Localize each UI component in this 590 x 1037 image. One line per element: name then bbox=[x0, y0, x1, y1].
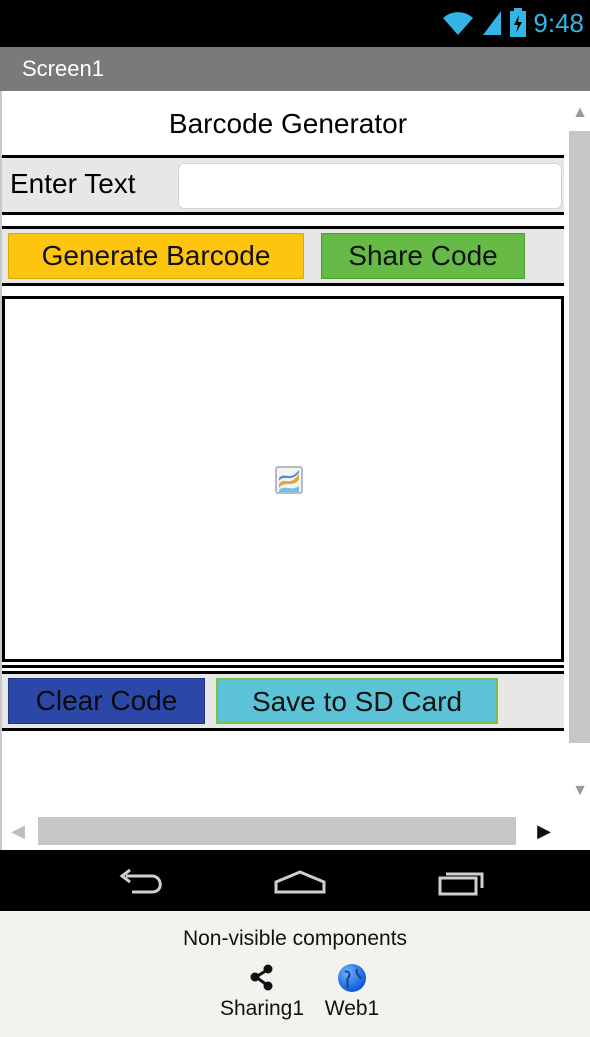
web-component-label: Web1 bbox=[324, 997, 380, 1020]
scroll-right-arrow-icon[interactable]: ▶ bbox=[534, 820, 554, 842]
home-icon[interactable] bbox=[270, 866, 330, 898]
battery-icon bbox=[510, 8, 527, 37]
broken-image-icon bbox=[275, 466, 303, 494]
save-to-sd-card-button[interactable]: Save to SD Card bbox=[216, 678, 498, 724]
status-bar: 9:48 bbox=[0, 0, 590, 47]
vertical-scrollbar[interactable]: ▲ ▼ bbox=[568, 91, 590, 807]
navigation-bar bbox=[0, 850, 590, 911]
screen-title-bar: Screen1 bbox=[0, 47, 590, 91]
scroll-down-arrow-icon[interactable]: ▼ bbox=[572, 783, 588, 799]
scrollbar-corner bbox=[564, 812, 590, 850]
screen-title: Screen1 bbox=[22, 56, 104, 81]
enter-text-label: Enter Text bbox=[10, 168, 136, 199]
input-row: Enter Text bbox=[2, 155, 564, 215]
vertical-scroll-thumb[interactable] bbox=[569, 131, 590, 743]
status-icons: 9:48 bbox=[441, 6, 584, 40]
web-component[interactable]: Web1 bbox=[318, 963, 386, 1021]
bottom-buttons-row: Clear Code Save to SD Card bbox=[2, 671, 564, 731]
non-visible-components-panel: Non-visible components Sharing1 Web1 bbox=[0, 911, 590, 1037]
clear-code-button[interactable]: Clear Code bbox=[8, 678, 205, 724]
scroll-left-arrow-icon[interactable]: ◀ bbox=[8, 820, 28, 842]
barcode-image-area bbox=[2, 296, 564, 668]
text-input[interactable] bbox=[178, 163, 562, 209]
status-clock: 9:48 bbox=[533, 8, 584, 38]
non-visible-components-title: Non-visible components bbox=[182, 927, 408, 950]
recent-apps-icon[interactable] bbox=[430, 866, 490, 898]
screen-viewport: Barcode Generator Enter Text Generate Ba… bbox=[0, 91, 590, 850]
scroll-up-arrow-icon[interactable]: ▲ bbox=[572, 105, 588, 121]
wifi-icon bbox=[443, 12, 474, 35]
globe-icon bbox=[338, 964, 366, 992]
horizontal-scrollbar[interactable]: ◀ ▶ bbox=[2, 812, 564, 850]
sharing-component[interactable]: Sharing1 bbox=[214, 963, 310, 1021]
app-title: Barcode Generator bbox=[168, 108, 408, 139]
horizontal-scroll-thumb[interactable] bbox=[38, 817, 516, 845]
signal-icon bbox=[483, 11, 502, 35]
share-code-button[interactable]: Share Code bbox=[321, 233, 525, 279]
back-icon[interactable] bbox=[112, 866, 172, 898]
action-buttons-row: Generate Barcode Share Code bbox=[2, 226, 564, 286]
share-icon bbox=[250, 964, 273, 991]
generate-barcode-button[interactable]: Generate Barcode bbox=[8, 233, 304, 279]
sharing-component-label: Sharing1 bbox=[219, 997, 305, 1020]
